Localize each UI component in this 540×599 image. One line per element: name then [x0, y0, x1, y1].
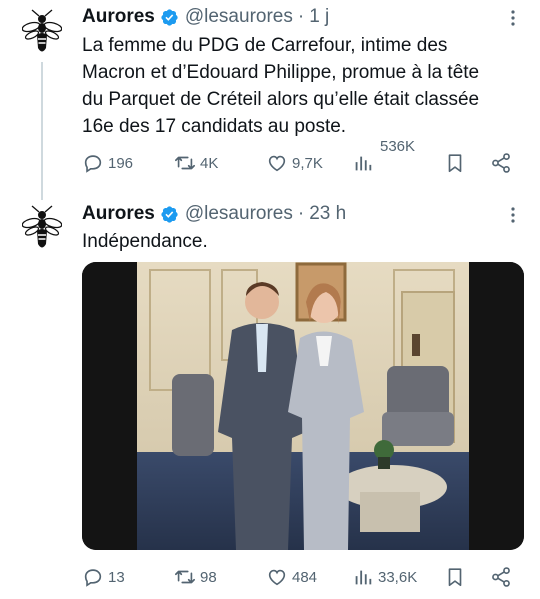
tweet-header: Aurores @lesaurores · 1 j: [82, 4, 329, 30]
bookmark-button[interactable]: [444, 566, 470, 588]
bookmark-button[interactable]: [444, 152, 470, 174]
views-button[interactable]: [352, 152, 378, 174]
reply-count: 196: [108, 154, 134, 172]
retweet-icon: [174, 152, 196, 174]
header-separator: ·: [297, 203, 305, 224]
reply-button[interactable]: 196: [82, 152, 133, 174]
views-count: 33,6K: [378, 568, 418, 586]
tweet-photo[interactable]: [82, 262, 524, 550]
tweet-timestamp[interactable]: 23 h: [309, 203, 346, 225]
verified-badge-icon: [160, 8, 179, 27]
retweet-button[interactable]: 4K: [174, 152, 218, 174]
reply-button[interactable]: 13: [82, 566, 125, 588]
like-count: 484: [292, 568, 318, 586]
views-icon: [352, 152, 374, 174]
bookmark-icon: [444, 566, 466, 588]
views-button[interactable]: 33,6K: [352, 566, 417, 588]
like-icon: [266, 152, 288, 174]
share-button[interactable]: [490, 566, 516, 588]
tweet-text: La femme du PDG de Carrefour, intime des…: [82, 35, 480, 137]
verified-badge-icon: [160, 205, 179, 224]
bee-avatar-icon[interactable]: [22, 204, 62, 252]
photo-image: [82, 262, 524, 550]
author-handle[interactable]: @lesaurores: [185, 6, 293, 28]
views-icon: [352, 566, 374, 588]
more-icon[interactable]: [510, 9, 516, 27]
author-name[interactable]: Aurores: [82, 203, 155, 225]
retweet-icon: [174, 566, 196, 588]
share-icon: [490, 566, 512, 588]
reply-icon: [82, 152, 104, 174]
tweet-text: Indépendance.: [82, 231, 208, 252]
like-button[interactable]: 9,7K: [266, 152, 323, 174]
header-separator: ·: [297, 6, 305, 27]
author-name[interactable]: Aurores: [82, 6, 155, 28]
more-icon[interactable]: [510, 206, 516, 224]
share-button[interactable]: [490, 152, 516, 174]
retweet-button[interactable]: 98: [174, 566, 217, 588]
tweet-timestamp[interactable]: 1 j: [309, 6, 329, 28]
share-icon: [490, 152, 512, 174]
thread-line: [41, 62, 43, 200]
reply-count: 13: [108, 568, 125, 586]
tweet-actions: 13 98 484 33,6K: [82, 566, 522, 592]
author-handle[interactable]: @lesaurores: [185, 203, 293, 225]
like-count: 9,7K: [292, 154, 323, 172]
like-button[interactable]: 484: [266, 566, 317, 588]
retweet-count: 4K: [200, 154, 219, 172]
bee-avatar-icon[interactable]: [22, 8, 62, 56]
tweet-header: Aurores @lesaurores · 23 h: [82, 201, 346, 227]
tweet-1[interactable]: Aurores @lesaurores · 1 j La femme du PD…: [0, 0, 540, 200]
tweet-actions: 196 4K 9,7K: [82, 152, 522, 178]
reply-icon: [82, 566, 104, 588]
bookmark-icon: [444, 152, 466, 174]
retweet-count: 98: [200, 568, 217, 586]
like-icon: [266, 566, 288, 588]
